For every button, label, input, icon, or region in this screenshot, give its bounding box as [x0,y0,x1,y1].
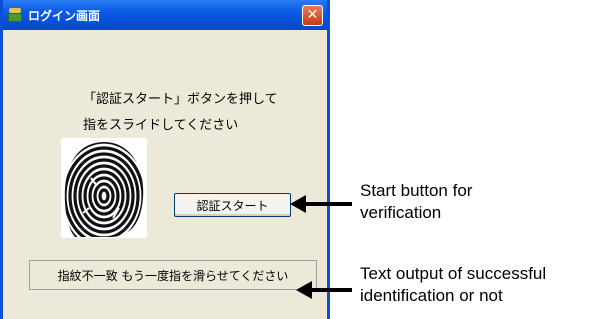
annotation-text: verification [360,203,442,222]
start-button-annotation: Start button for verification [360,180,472,224]
title-bar[interactable]: ログイン画面 ✕ [3,0,327,30]
annotation-text: identification or not [360,286,503,305]
close-button[interactable]: ✕ [302,4,323,26]
arrow-left-icon [296,281,352,299]
fingerprint-icon [61,138,147,238]
instruction-line-1: 「認証スタート」ボタンを押して [83,92,278,107]
instruction-line-2: 指をスライドしてください [83,118,239,133]
status-annotation: Text output of successful identification… [360,263,546,307]
annotation-text: Text output of successful [360,264,547,283]
app-icon [7,7,23,23]
arrow-left-icon [290,195,352,213]
login-window: ログイン画面 ✕ 「認証スタート」ボタンを押して 指をスライドしてください 認証… [0,0,330,319]
status-output: 指紋不一致 もう一度指を滑らせてください [29,260,317,290]
start-verification-button[interactable]: 認証スタート [174,193,291,217]
window-title: ログイン画面 [28,8,101,23]
annotation-text: Start button for [360,181,473,200]
